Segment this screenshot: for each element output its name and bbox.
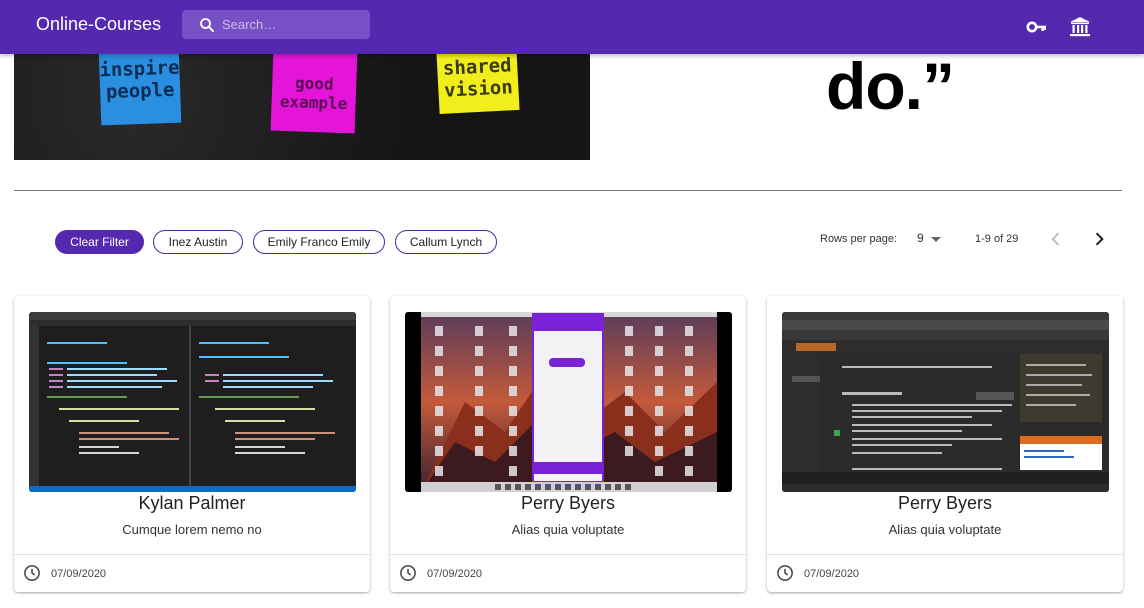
stackoverflow-screenshot: [782, 312, 1109, 492]
card-footer: 07/09/2020: [390, 554, 746, 592]
chevron-right-icon[interactable]: [1089, 229, 1109, 249]
institution-icon[interactable]: [1068, 15, 1092, 39]
chip-emily-franco[interactable]: Emily Franco Emily: [253, 230, 385, 254]
key-icon[interactable]: [1025, 15, 1049, 39]
clock-icon: [400, 565, 416, 581]
search-box[interactable]: [182, 10, 370, 39]
course-thumbnail[interactable]: [29, 312, 356, 492]
rows-per-page-value: 9: [917, 231, 924, 245]
chip-clear-filter[interactable]: Clear Filter: [55, 230, 144, 254]
course-thumbnail[interactable]: [405, 312, 732, 492]
chip-inez-austin[interactable]: Inez Austin: [153, 230, 243, 254]
course-date: 07/09/2020: [51, 568, 107, 580]
clock-icon: [777, 565, 793, 581]
card-footer: 07/09/2020: [767, 554, 1123, 592]
chevron-left-icon[interactable]: [1046, 229, 1066, 249]
course-description: Alias quia voluptate: [888, 522, 1002, 537]
app-title[interactable]: Online-Courses: [36, 14, 161, 35]
course-description: Alias quia voluptate: [511, 522, 625, 537]
sticky-note: good example: [270, 54, 358, 134]
course-date: 07/09/2020: [427, 568, 483, 580]
chip-callum-lynch[interactable]: Callum Lynch: [395, 230, 497, 254]
pagination-range: 1-9 of 29: [975, 233, 1019, 245]
search-input[interactable]: [222, 10, 362, 39]
page: Online-Courses inspire people good: [0, 0, 1144, 608]
course-thumbnail[interactable]: [782, 312, 1109, 492]
code-editor-screenshot: [29, 312, 356, 492]
course-title[interactable]: Perry Byers: [390, 493, 746, 514]
course-title[interactable]: Kylan Palmer: [14, 493, 370, 514]
hero-image: inspire people good example shared visio…: [14, 54, 590, 160]
caret-down-icon: [931, 237, 941, 242]
app-bar: Online-Courses: [0, 0, 1144, 54]
rows-per-page-select[interactable]: 9: [912, 229, 946, 249]
course-title[interactable]: Perry Byers: [767, 493, 1123, 514]
search-icon: [200, 18, 214, 32]
hero-quote: do.”: [826, 49, 955, 123]
clock-icon: [24, 565, 40, 581]
sticky-note: shared vision: [436, 54, 520, 115]
course-card[interactable]: Kylan Palmer Cumque lorem nemo no 07/09/…: [14, 296, 370, 592]
card-footer: 07/09/2020: [14, 554, 370, 592]
course-date: 07/09/2020: [804, 568, 860, 580]
mac-desktop-screenshot: [421, 312, 717, 492]
course-description: Cumque lorem nemo no: [122, 522, 262, 537]
course-card[interactable]: Perry Byers Alias quia voluptate 07/09/2…: [767, 296, 1123, 592]
rows-per-page-label: Rows per page:: [820, 233, 898, 245]
sticky-note: inspire people: [98, 54, 182, 126]
course-card[interactable]: Perry Byers Alias quia voluptate 07/09/2…: [390, 296, 746, 592]
section-divider: [14, 190, 1122, 191]
